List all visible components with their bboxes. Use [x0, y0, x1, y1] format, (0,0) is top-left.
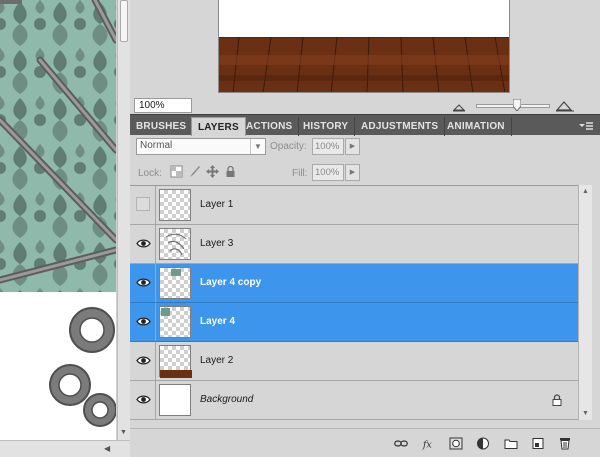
lock-all-icon[interactable]	[224, 165, 237, 178]
visibility-off-box[interactable]	[136, 197, 150, 211]
layer-name[interactable]: Layer 3	[200, 238, 233, 249]
new-group-icon[interactable]	[504, 437, 518, 450]
visibility-cell[interactable]	[130, 381, 156, 419]
zoom-out-mountain-icon[interactable]	[452, 100, 466, 112]
layer-list: Layer 1 Layer 3 Layer 4 copy Layer 4 Lay…	[130, 185, 578, 420]
navigator-panel: 100%	[130, 0, 600, 114]
layers-panel: BRUSHES LAYERS ACTIONS HISTORY ADJUSTMEN…	[130, 114, 600, 457]
scroll-down-arrow-icon[interactable]: ▼	[120, 429, 127, 436]
canvas-horizontal-scrollbar[interactable]: ◀	[0, 440, 130, 457]
eye-icon[interactable]	[136, 394, 151, 405]
canvas-vertical-scrollbar[interactable]: ▼	[117, 0, 130, 440]
link-layers-icon[interactable]	[394, 437, 408, 450]
scroll-up-arrow-icon[interactable]: ▲	[582, 188, 589, 195]
document-canvas[interactable]: ▼ ◀	[0, 0, 130, 457]
zoom-slider[interactable]	[476, 99, 550, 111]
visibility-cell[interactable]	[130, 342, 156, 380]
visibility-cell[interactable]	[130, 225, 156, 263]
opacity-input[interactable]: 100%	[312, 138, 344, 155]
zoom-slider-knob-icon[interactable]	[513, 99, 521, 111]
eye-icon[interactable]	[136, 238, 151, 249]
wood-floor-preview	[219, 37, 509, 92]
fill-label: Fill:	[292, 168, 308, 179]
fill-input[interactable]: 100%	[312, 164, 344, 181]
layer-name[interactable]: Layer 2	[200, 355, 233, 366]
chevron-down-icon[interactable]: ▼	[250, 139, 265, 154]
layer-row-layer-4[interactable]: Layer 4	[130, 303, 578, 342]
fx-icon[interactable]: fx	[422, 437, 436, 450]
layer-thumbnail	[159, 306, 191, 338]
svg-text:fx: fx	[422, 439, 432, 450]
visibility-cell[interactable]	[130, 264, 156, 302]
layer-name[interactable]: Background	[200, 394, 253, 405]
layers-footer: fx	[130, 428, 600, 457]
blend-mode-select[interactable]: Normal ▼	[136, 138, 266, 155]
lock-transparent-icon[interactable]	[170, 165, 183, 178]
tab-layers[interactable]: LAYERS	[191, 117, 246, 136]
thumbnail-floor-icon	[160, 370, 192, 378]
tab-brushes[interactable]: BRUSHES	[130, 117, 194, 136]
eye-icon[interactable]	[136, 355, 151, 366]
tab-actions[interactable]: ACTIONS	[240, 117, 300, 136]
layer-name[interactable]: Layer 4 copy	[200, 277, 261, 288]
opacity-label: Opacity:	[270, 141, 307, 152]
zoom-input[interactable]: 100%	[134, 98, 192, 113]
lock-label: Lock:	[138, 168, 162, 179]
panel-tab-bar: BRUSHES LAYERS ACTIONS HISTORY ADJUSTMEN…	[130, 114, 600, 136]
layer-thumbnail	[159, 189, 191, 221]
layer-thumbnail	[159, 228, 191, 260]
add-mask-icon[interactable]	[449, 437, 463, 450]
layer-thumbnail	[159, 267, 191, 299]
layer-list-scrollbar[interactable]: ▲ ▼	[578, 185, 592, 420]
tab-adjustments[interactable]: ADJUSTMENTS	[355, 117, 446, 136]
layer-row-layer-3[interactable]: Layer 3	[130, 225, 578, 264]
scroll-left-arrow-icon[interactable]: ◀	[104, 444, 110, 453]
thumbnail-sketch-icon	[165, 233, 187, 256]
scroll-down-arrow-icon[interactable]: ▼	[582, 410, 589, 417]
thumbnail-damask-icon	[171, 269, 181, 276]
fill-slider-arrow-icon[interactable]: ▶	[345, 164, 360, 181]
layer-row-layer-4-copy[interactable]: Layer 4 copy	[130, 264, 578, 303]
layer-thumbnail	[159, 384, 191, 416]
layer-row-layer-1[interactable]: Layer 1	[130, 186, 578, 225]
layer-lock-icon	[552, 394, 562, 406]
zoom-in-mountain-icon[interactable]	[556, 99, 574, 112]
eye-icon[interactable]	[136, 316, 151, 327]
layer-row-layer-2[interactable]: Layer 2	[130, 342, 578, 381]
lock-move-icon[interactable]	[206, 165, 219, 178]
scroll-thumb[interactable]	[120, 0, 128, 42]
thumbnail-damask-icon	[161, 308, 170, 316]
delete-layer-icon[interactable]	[558, 437, 572, 450]
layer-thumbnail	[159, 345, 192, 378]
blend-mode-value: Normal	[140, 140, 173, 151]
lock-paint-icon[interactable]	[188, 165, 201, 178]
eye-icon[interactable]	[136, 277, 151, 288]
visibility-cell[interactable]	[130, 186, 156, 224]
tab-history[interactable]: HISTORY	[297, 117, 356, 136]
canvas-artwork	[0, 0, 116, 440]
opacity-slider-arrow-icon[interactable]: ▶	[345, 138, 360, 155]
tab-animation[interactable]: ANIMATION	[441, 117, 512, 136]
visibility-cell[interactable]	[130, 303, 156, 341]
new-layer-icon[interactable]	[531, 437, 545, 450]
panel-menu-icon[interactable]	[578, 120, 594, 132]
adjustment-layer-icon[interactable]	[476, 437, 490, 450]
layer-name[interactable]: Layer 1	[200, 199, 233, 210]
layer-row-background[interactable]: Background	[130, 381, 578, 420]
layer-name[interactable]: Layer 4	[200, 316, 235, 327]
navigator-preview[interactable]	[218, 0, 510, 93]
